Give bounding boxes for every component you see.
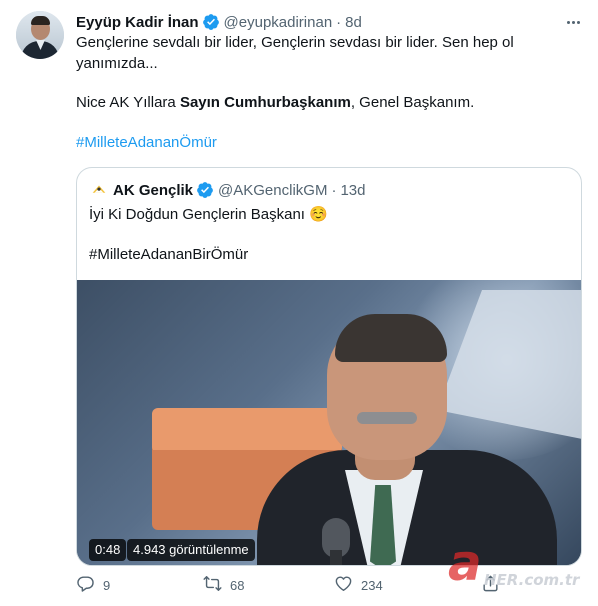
tweet-time[interactable]: 8d [345,14,362,31]
quoted-tweet-hashtag: #MilleteAdananBirÖmür [89,245,248,265]
video-views-badge: 4.943 görüntülenme [127,539,255,561]
tweet-header: Eyyüp Kadir İnan @eyupkadirinan · 8d [76,12,362,32]
quoted-tweet[interactable]: AK Gençlik @AKGenclikGM · 13d İyi Ki Doğ… [76,167,582,566]
ak-genclik-logo-icon [89,180,109,200]
quoted-author-name[interactable]: AK Gençlik [113,182,193,199]
watermark-text: HER.com.tr [484,571,580,589]
hashtag-link[interactable]: #MilleteAdananÖmür [76,134,217,151]
quoted-author-handle[interactable]: @AKGenclikGM [218,182,327,199]
separator-dot: · [331,181,337,199]
tweet-text-line-1: Gençlerine sevdalı bir lider, Gençlerin … [76,34,514,51]
reply-icon [76,574,95,596]
tweet-text-line-3: Nice AK Yıllara Sayın Cumhurbaşkanım, Ge… [76,93,576,113]
tweet-text-line-2: yanımızda... [76,55,158,72]
like-count: 234 [361,577,383,593]
author-avatar[interactable] [16,11,64,59]
site-watermark: a HER.com.tr [448,538,598,606]
quoted-tweet-time[interactable]: 13d [340,182,365,199]
reply-count: 9 [103,577,111,593]
retweet-icon [203,574,222,596]
quoted-tweet-header: AK Gençlik @AKGenclikGM · 13d [89,180,365,200]
watermark-logo: a [448,534,482,592]
reply-button[interactable]: 9 [76,574,110,596]
video-duration-badge: 0:48 [89,539,127,561]
retweet-count: 68 [230,577,245,593]
text-segment: Nice AK Yıllara [76,94,180,111]
heart-icon [334,574,353,596]
text-bold-segment: Sayın Cumhurbaşkanım [179,94,351,111]
separator-dot: · [336,13,342,31]
verified-badge-icon [202,13,220,31]
author-handle[interactable]: @eyupkadirinan [224,14,333,31]
text-segment: , Genel Başkanım. [350,94,475,111]
tweet[interactable]: Eyyüp Kadir İnan @eyupkadirinan · 8d Gen… [0,0,598,606]
verified-badge-icon [196,181,214,199]
like-button[interactable]: 234 [334,574,383,596]
more-options-icon[interactable] [563,12,583,32]
author-name[interactable]: Eyyüp Kadir İnan [76,14,199,31]
video-player[interactable] [77,280,581,565]
quoted-tweet-text: İyi Ki Doğdun Gençlerin Başkanı ☺️ [89,206,328,223]
retweet-button[interactable]: 68 [203,574,244,596]
hashtag-link[interactable]: #MilleteAdananBirÖmür [89,246,248,263]
tweet-hashtag-line: #MilleteAdananÖmür [76,133,576,153]
